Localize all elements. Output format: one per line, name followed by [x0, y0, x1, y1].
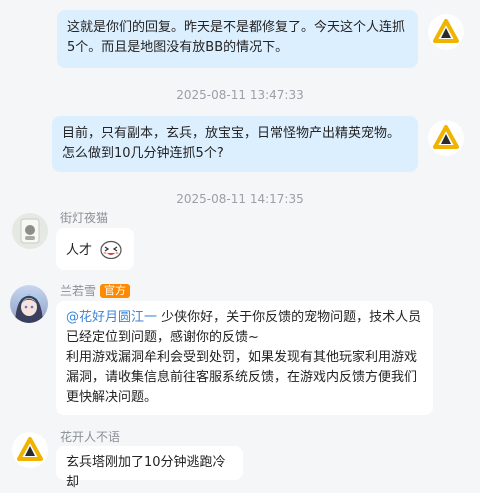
message-text: 玄兵塔刚加了10分钟逃跑冷却 [66, 455, 226, 490]
laughing-face-emoji-icon [100, 239, 122, 260]
sender-name: 兰若雪 [60, 284, 97, 298]
self-avatar[interactable] [428, 120, 464, 156]
gold-triangle-logo-icon [428, 14, 464, 50]
self-message-bubble: 目前，只有副本，玄兵，放宝宝，日常怪物产出精英宠物。怎么做到10几分钟连抓5个? [52, 116, 418, 172]
cat-photo-avatar-icon [12, 213, 48, 249]
mention-link[interactable]: @花好月圆江一 [66, 310, 157, 325]
sender-name-row: 兰若雪 官方 [60, 282, 131, 299]
gold-triangle-logo-icon [428, 120, 464, 156]
user-avatar[interactable] [12, 432, 48, 468]
other-message-bubble: 人才 [56, 228, 134, 270]
other-message-bubble: 玄兵塔刚加了10分钟逃跑冷却 [56, 446, 243, 490]
timestamp: 2025-08-11 13:47:33 [176, 88, 304, 102]
user-avatar[interactable] [12, 213, 48, 249]
message-text: 这就是你们的回复。昨天是不是都修复了。今天这个人连抓5个。而且是地图没有放BB的… [67, 20, 406, 55]
gold-triangle-logo-icon [12, 432, 48, 468]
self-message-bubble: 这就是你们的回复。昨天是不是都修复了。今天这个人连抓5个。而且是地图没有放BB的… [57, 10, 418, 68]
anime-character-avatar-icon [10, 285, 48, 323]
timestamp: 2025-08-11 14:17:35 [176, 192, 304, 206]
sender-name: 街灯夜猫 [60, 211, 109, 225]
message-text: 目前，只有副本，玄兵，放宝宝，日常怪物产出精英宠物。怎么做到10几分钟连抓5个? [62, 126, 401, 161]
sender-name: 花开人不语 [60, 430, 121, 444]
message-text: 人才 [66, 243, 93, 258]
self-avatar[interactable] [428, 14, 464, 50]
official-badge: 官方 [100, 284, 131, 298]
official-avatar[interactable] [10, 285, 48, 323]
other-message-bubble: @花好月圆江一 少侠你好，关于你反馈的宠物问题，技术人员已经定位到问题，感谢你的… [56, 301, 433, 415]
